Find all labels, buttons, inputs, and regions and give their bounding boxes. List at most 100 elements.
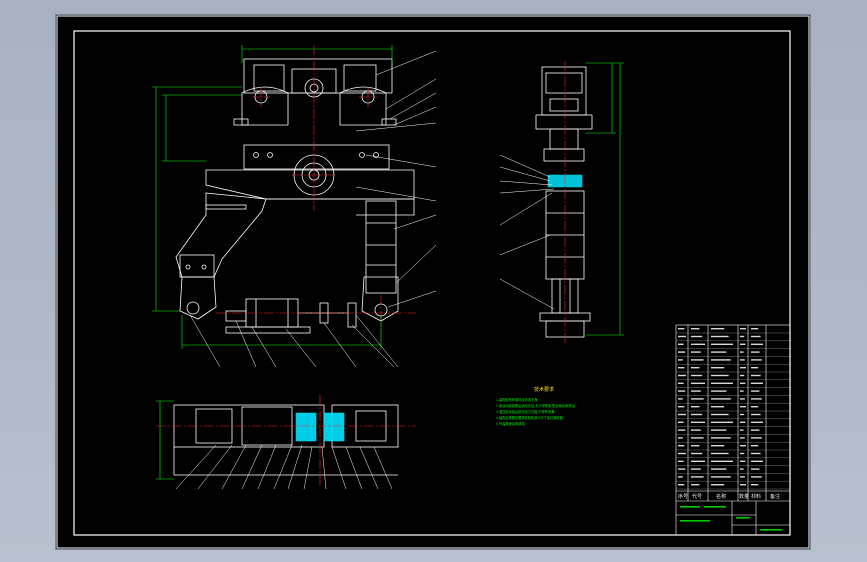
parts-entry-text — [678, 351, 686, 353]
parts-entry-text — [740, 476, 745, 478]
front-view — [175, 58, 415, 334]
parts-entry-text — [678, 382, 684, 384]
parts-entry-text — [711, 374, 729, 377]
parts-entry-text — [691, 382, 705, 384]
parts-entry-text — [751, 398, 762, 400]
parts-entry-text — [740, 460, 746, 462]
parts-entry-text — [751, 460, 763, 462]
parts-entry-text — [711, 398, 731, 400]
parts-entry-text — [691, 484, 700, 486]
outer-border — [56, 15, 810, 549]
footer-label: 序号 — [678, 493, 688, 500]
parts-entry-text — [678, 445, 685, 447]
parts-entry-text — [751, 382, 763, 384]
parts-entry-text — [711, 468, 727, 470]
parts-entry-text — [678, 328, 685, 330]
front-center-lines — [216, 45, 416, 327]
footer-label: 名称 — [716, 493, 726, 500]
parts-entry-text — [678, 367, 685, 369]
parts-entry-text — [691, 468, 701, 470]
parts-entry-text — [751, 390, 760, 392]
parts-entry-text — [711, 421, 733, 423]
parts-entry-text — [751, 374, 761, 377]
parts-entry-text — [678, 413, 686, 416]
parts-entry-text — [740, 437, 745, 439]
parts-entry-text — [691, 374, 703, 377]
parts-entry-text — [691, 460, 705, 462]
parts-entry-text — [678, 476, 683, 478]
side-top-block — [541, 66, 587, 116]
side-view — [535, 66, 593, 338]
parts-entry-text — [751, 484, 759, 486]
parts-entry-text — [751, 359, 762, 361]
note-line: 1.装配前所有零件应清洗干净。 — [496, 397, 540, 402]
parts-entry-text — [691, 359, 704, 361]
title-block-footer: 序号 代号 名称 数量 材料 备注 — [678, 493, 780, 500]
parts-entry-text — [711, 413, 729, 416]
parts-entry-text — [678, 429, 686, 431]
parts-entry-text — [691, 367, 700, 369]
parts-entry-text — [691, 390, 701, 392]
parts-entry-text — [691, 437, 704, 439]
parts-entry-text — [711, 460, 733, 462]
parts-entry-text — [691, 476, 704, 478]
parts-entry-text — [711, 328, 725, 330]
parts-entry-text — [751, 367, 759, 369]
parts-entry-text — [751, 335, 761, 338]
parts-entry-text — [711, 343, 733, 345]
drawing-sheet: 技术要求 1.装配前所有零件应清洗干净。 2.各运动副装配后运动灵活,无卡滞现象… — [56, 15, 810, 549]
parts-entry-text — [740, 398, 745, 400]
side-dimensions — [586, 62, 624, 336]
technical-notes: 技术要求 1.装配前所有零件应清洗干净。 2.各运动副装配后运动灵活,无卡滞现象… — [496, 386, 578, 426]
parts-entry-text — [751, 421, 763, 423]
footer-label: 代号 — [692, 493, 702, 500]
parts-entry-text — [740, 374, 745, 377]
parts-entry-text — [691, 406, 700, 408]
parts-entry-text — [740, 335, 745, 338]
title-block-green-cells — [680, 506, 782, 531]
parts-entry-text — [740, 390, 744, 392]
footer-label: 数量 — [739, 493, 749, 500]
parts-entry-text — [740, 382, 746, 384]
footer-label: 备注 — [770, 493, 780, 500]
parts-entry-text — [740, 484, 746, 486]
parts-list-rows — [676, 332, 790, 490]
parts-entry-text — [711, 367, 725, 369]
parts-entry-text — [740, 343, 746, 345]
parts-entry-text — [678, 437, 683, 439]
parts-entry-text — [740, 351, 744, 353]
engineering-drawing: 技术要求 1.装配前所有零件应清洗干净。 2.各运动副装配后运动灵活,无卡滞现象… — [56, 15, 810, 549]
parts-entry-text — [751, 452, 761, 455]
parts-entry-text — [751, 406, 759, 408]
parts-entry-text — [678, 343, 684, 345]
parts-entry-text — [678, 374, 686, 377]
parts-entry-text — [691, 343, 705, 345]
parts-entry-text — [740, 328, 746, 330]
right-jaw — [361, 276, 399, 322]
parts-entry-text — [691, 335, 703, 338]
top-view — [173, 404, 399, 476]
parts-entry-text — [691, 351, 701, 353]
parts-entry-text — [678, 484, 685, 486]
parts-entry-text — [751, 343, 763, 345]
parts-entry-text — [740, 406, 746, 408]
parts-entry-text — [691, 328, 700, 330]
parts-entry-text — [691, 445, 700, 447]
parts-entry-text — [751, 429, 760, 431]
parts-entry-text — [751, 413, 761, 416]
parts-entry-text — [740, 452, 745, 455]
note-line: 5.外露表面涂防锈漆。 — [496, 421, 528, 426]
parts-entry-text — [711, 429, 727, 431]
parts-entry-text — [751, 351, 760, 353]
parts-entry-text — [711, 437, 731, 439]
parts-entry-text — [751, 468, 760, 470]
parts-entry-text — [740, 413, 745, 416]
hinge-block — [243, 144, 390, 170]
parts-entry-text — [711, 484, 725, 486]
parts-entry-text — [711, 335, 729, 338]
parts-entry-text — [740, 359, 745, 361]
parts-entry-text — [691, 398, 704, 400]
parts-entry-text — [678, 398, 683, 400]
parts-entry-text — [691, 421, 705, 423]
parts-entry-text — [751, 328, 759, 330]
